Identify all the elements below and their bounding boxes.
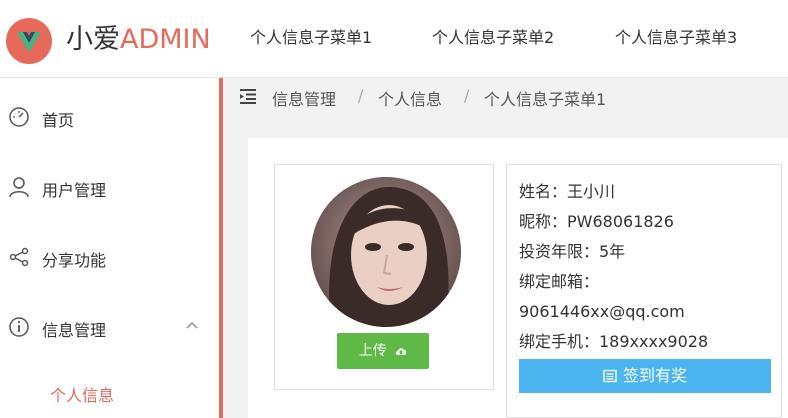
user-icon [9, 177, 29, 198]
sidebar-item-info-management[interactable]: 信息管理 [0, 308, 216, 348]
upload-label: 上传 [358, 343, 387, 359]
cloud-upload-icon [395, 348, 407, 355]
main-content: 信息管理 / 个人信息 / 个人信息子菜单1 上传 姓名：王小川 昵称：PW68… [224, 78, 788, 418]
email-value: 9061446xx@qq.com [519, 302, 685, 321]
profile-panel: 上传 姓名：王小川 昵称：PW68061826 投资年限：5年 绑定邮箱： 90… [248, 138, 788, 418]
dashboard-icon [9, 107, 29, 127]
checkin-button[interactable]: 签到有奖 [519, 359, 771, 393]
sidebar: 首页 用户管理 分享功能 信息管理 个人信息 [0, 78, 223, 418]
sidebar-item-home[interactable]: 首页 [0, 98, 216, 138]
top-header: 小爱ADMIN 个人信息子菜单1 个人信息子菜单2 个人信息子菜单3 [0, 0, 788, 78]
breadcrumb-separator: / [464, 86, 470, 105]
brand-prefix: 小爱 [66, 24, 120, 55]
chevron-up-icon [186, 322, 198, 329]
top-nav-item-3[interactable]: 个人信息子菜单3 [615, 26, 737, 50]
invest-years-field: 投资年限：5年 [519, 242, 626, 261]
avatar-card: 上传 [274, 164, 494, 390]
checkin-label: 签到有奖 [622, 366, 687, 385]
sidebar-item-label: 信息管理 [42, 321, 107, 340]
breadcrumb-item[interactable]: 信息管理 [272, 86, 336, 110]
brand-title[interactable]: 小爱ADMIN [66, 22, 211, 58]
phone-field: 绑定手机：189xxxx9028 [519, 332, 709, 351]
sidebar-item-share[interactable]: 分享功能 [0, 238, 216, 278]
sidebar-subitem-personal-info[interactable]: 个人信息 [50, 382, 114, 406]
sidebar-item-label: 分享功能 [42, 251, 107, 270]
info-icon [9, 317, 29, 337]
top-nav-item-2[interactable]: 个人信息子菜单2 [432, 26, 554, 50]
sidebar-item-users[interactable]: 用户管理 [0, 168, 216, 208]
menu-fold-icon[interactable] [239, 87, 257, 105]
breadcrumb-item-current: 个人信息子菜单1 [484, 90, 607, 109]
vue-logo-icon[interactable] [6, 18, 52, 64]
breadcrumb-item[interactable]: 个人信息 [378, 86, 442, 110]
name-field: 姓名：王小川 [519, 182, 616, 201]
share-icon [9, 247, 29, 267]
calendar-icon [603, 369, 617, 383]
nickname-field: 昵称：PW68061826 [519, 212, 674, 231]
sidebar-item-label: 首页 [42, 111, 75, 130]
avatar [311, 177, 461, 327]
sidebar-divider [219, 78, 223, 418]
sidebar-item-label: 用户管理 [42, 181, 107, 200]
top-nav-item-1[interactable]: 个人信息子菜单1 [250, 26, 372, 50]
brand-accent: ADMIN [120, 24, 211, 55]
breadcrumb-separator: / [358, 86, 364, 105]
breadcrumb: 信息管理 / 个人信息 / 个人信息子菜单1 [224, 78, 788, 114]
upload-button[interactable]: 上传 [337, 333, 429, 369]
email-label: 绑定邮箱： [519, 272, 600, 291]
profile-info-card: 姓名：王小川 昵称：PW68061826 投资年限：5年 绑定邮箱： 90614… [506, 164, 782, 418]
